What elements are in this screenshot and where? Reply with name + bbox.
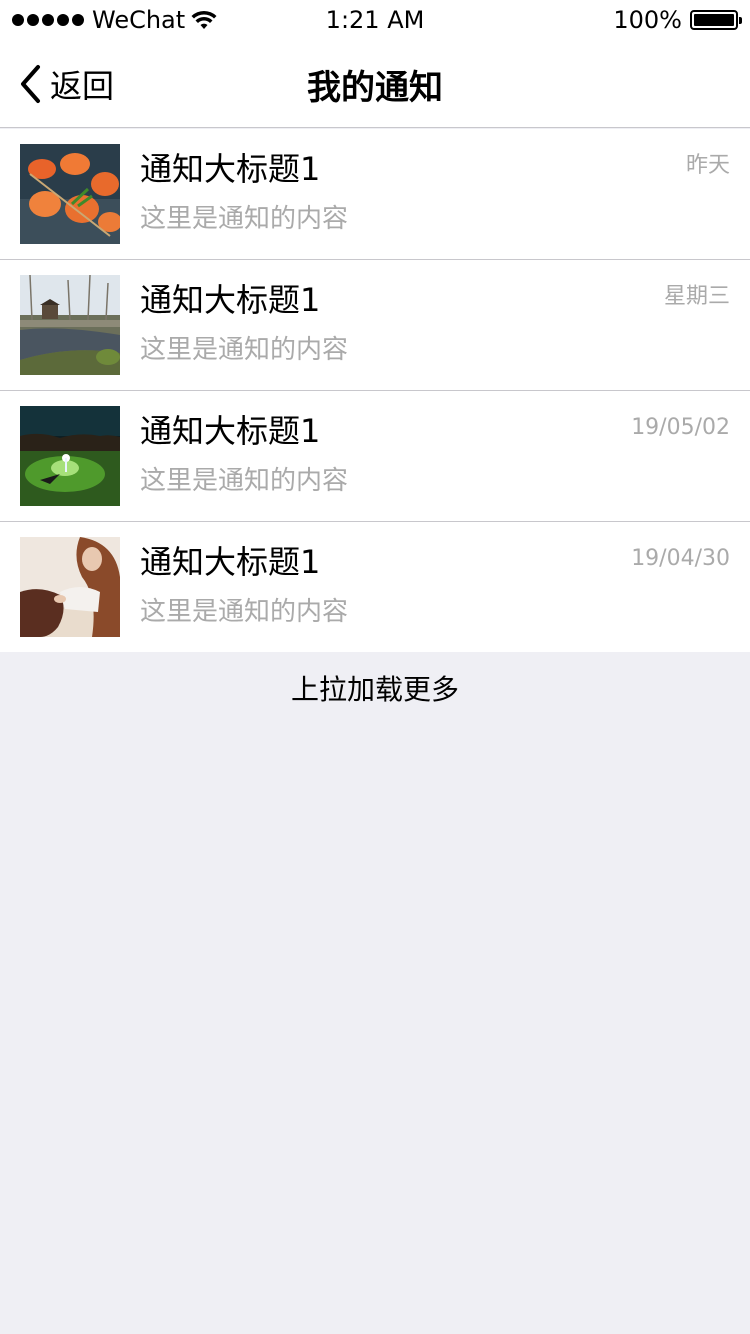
notification-title: 通知大标题1 <box>140 412 321 450</box>
notification-title: 通知大标题1 <box>140 543 321 581</box>
notification-body: 这里是通知的内容 <box>140 335 349 365</box>
notification-body: 这里是通知的内容 <box>140 597 349 627</box>
notification-item[interactable]: 通知大标题1 这里是通知的内容 星期三 <box>0 260 750 391</box>
status-bar: WeChat 1:21 AM 100% <box>0 0 750 40</box>
battery-fill <box>694 14 734 26</box>
load-more-hint: 上拉加载更多 <box>290 673 459 706</box>
notification-item[interactable]: 通知大标题1 这里是通知的内容 昨天 <box>0 129 750 260</box>
notification-date: 19/05/02 <box>631 415 730 440</box>
shrimp-skewers-thumbnail <box>20 144 120 244</box>
notification-item[interactable]: 通知大标题1 这里是通知的内容 19/04/30 <box>0 522 750 652</box>
notification-body: 这里是通知的内容 <box>140 466 349 496</box>
page-title: 我的通知 <box>307 67 443 108</box>
notification-date: 昨天 <box>685 153 730 178</box>
battery-icon <box>690 10 742 30</box>
notification-body: 这里是通知的内容 <box>140 204 349 234</box>
notification-list: 通知大标题1 这里是通知的内容 昨天 通知大标题1 这里是通知的内容 星期三 通… <box>0 129 750 652</box>
notification-title: 通知大标题1 <box>140 150 321 188</box>
navigation-bar: 返回 我的通知 <box>0 40 750 128</box>
notification-date: 星期三 <box>663 284 730 309</box>
night-light-field-thumbnail <box>20 406 120 506</box>
woman-with-horse-thumbnail <box>20 537 120 637</box>
notification-item[interactable]: 通知大标题1 这里是通知的内容 19/05/02 <box>0 391 750 522</box>
river-landscape-thumbnail <box>20 275 120 375</box>
notification-title: 通知大标题1 <box>140 281 321 319</box>
battery-percent: 100% <box>613 6 682 34</box>
notification-date: 19/04/30 <box>631 546 730 571</box>
status-right: 100% <box>613 0 742 40</box>
